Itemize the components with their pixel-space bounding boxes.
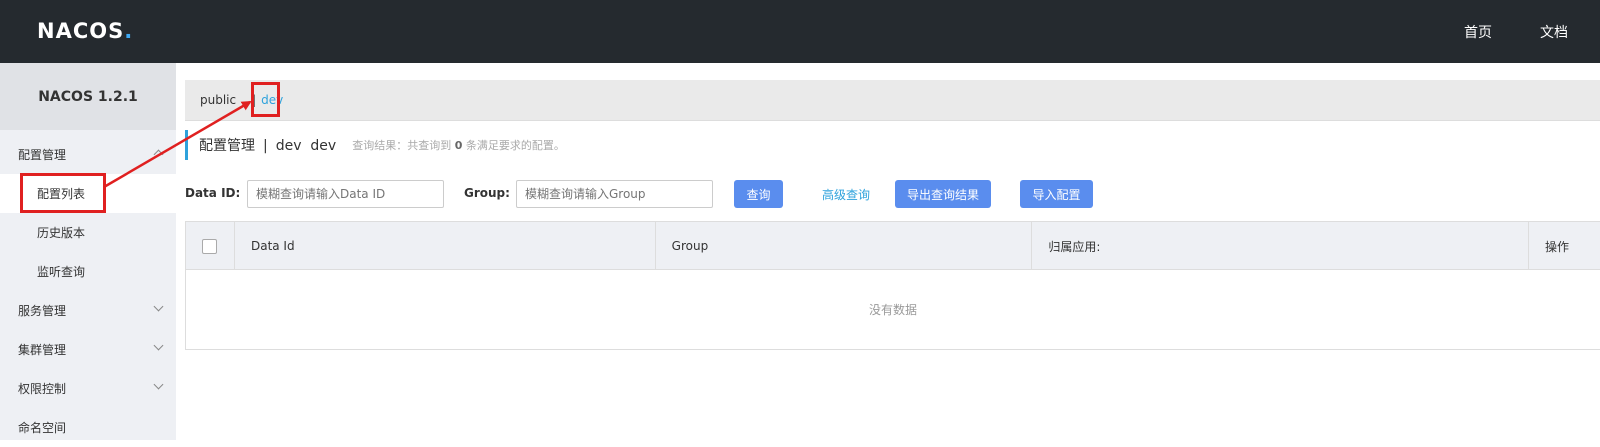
sidebar-group-service-management[interactable]: 服务管理	[0, 291, 176, 330]
namespace-bar: public | dev	[185, 80, 1600, 121]
namespace-public[interactable]: public	[200, 93, 236, 107]
sidebar-group-label: 集群管理	[18, 343, 67, 357]
sidebar-group-namespace[interactable]: 命名空间	[0, 408, 176, 447]
page-title: 配置管理 | dev dev	[199, 138, 337, 154]
sidebar-group-label: 配置管理	[18, 148, 67, 162]
column-header-data-id[interactable]: Data Id	[235, 222, 656, 270]
query-button[interactable]: 查询	[734, 180, 783, 208]
sidebar-group-label: 服务管理	[18, 304, 67, 318]
group-search-input[interactable]	[516, 180, 713, 208]
chevron-down-icon	[153, 340, 164, 351]
select-all-checkbox[interactable]	[202, 238, 217, 254]
sidebar-item-label: 历史版本	[37, 226, 86, 240]
sidebar-item-label: 监听查询	[37, 265, 86, 279]
chevron-down-icon	[153, 301, 164, 312]
chevron-up-icon	[153, 149, 164, 160]
sidebar-group-cluster-management[interactable]: 集群管理	[0, 330, 176, 369]
import-config-button[interactable]: 导入配置	[1020, 180, 1093, 208]
title-accent-bar	[185, 130, 188, 160]
chevron-down-icon	[153, 379, 164, 390]
top-nav: 首页 文档	[1464, 0, 1600, 63]
nacos-logo[interactable]: NACOS.	[37, 19, 133, 43]
query-result-text: 查询结果：共查询到 0 条满足要求的配置。	[352, 139, 565, 152]
dataid-label: Data ID:	[185, 186, 241, 200]
export-results-button[interactable]: 导出查询结果	[895, 180, 991, 208]
table-header: Data Id Group 归属应用: 操作	[186, 222, 1600, 270]
sidebar-group-label: 命名空间	[18, 421, 67, 435]
column-header-app[interactable]: 归属应用:	[1032, 222, 1530, 270]
version-label: NACOS 1.2.1	[0, 63, 176, 130]
config-table: Data Id Group 归属应用: 操作 没有数据	[185, 221, 1600, 350]
group-label: Group:	[464, 186, 510, 200]
nav-docs-link[interactable]: 文档	[1540, 22, 1568, 42]
column-header-group[interactable]: Group	[656, 222, 1033, 270]
sidebar-group-access-control[interactable]: 权限控制	[0, 369, 176, 408]
top-nav-bar: NACOS. 首页 文档	[0, 0, 1600, 63]
sidebar: NACOS 1.2.1 配置管理 配置列表 历史版本 监听查询 服务管理 集群管…	[0, 63, 176, 440]
sidebar-item-history-versions[interactable]: 历史版本	[0, 213, 176, 252]
annotation-box-dev-namespace	[251, 82, 280, 117]
select-all-cell	[186, 222, 235, 270]
annotation-arrow	[103, 100, 252, 189]
page-header: 配置管理 | dev dev 查询结果：共查询到 0 条满足要求的配置。	[185, 130, 565, 160]
advanced-query-link[interactable]: 高级查询	[822, 186, 870, 203]
search-form: Data ID: Group: 查询 高级查询 导出查询结果 导入配置	[185, 180, 1600, 208]
dataid-search-input[interactable]	[247, 180, 444, 208]
annotation-box-config-list	[20, 173, 106, 213]
column-header-actions: 操作	[1545, 239, 1570, 254]
sidebar-group-config-management[interactable]: 配置管理	[0, 135, 176, 174]
table-empty-state: 没有数据	[868, 303, 917, 317]
sidebar-item-listener-query[interactable]: 监听查询	[0, 252, 176, 291]
nav-home-link[interactable]: 首页	[1464, 22, 1492, 42]
sidebar-group-label: 权限控制	[18, 382, 67, 396]
